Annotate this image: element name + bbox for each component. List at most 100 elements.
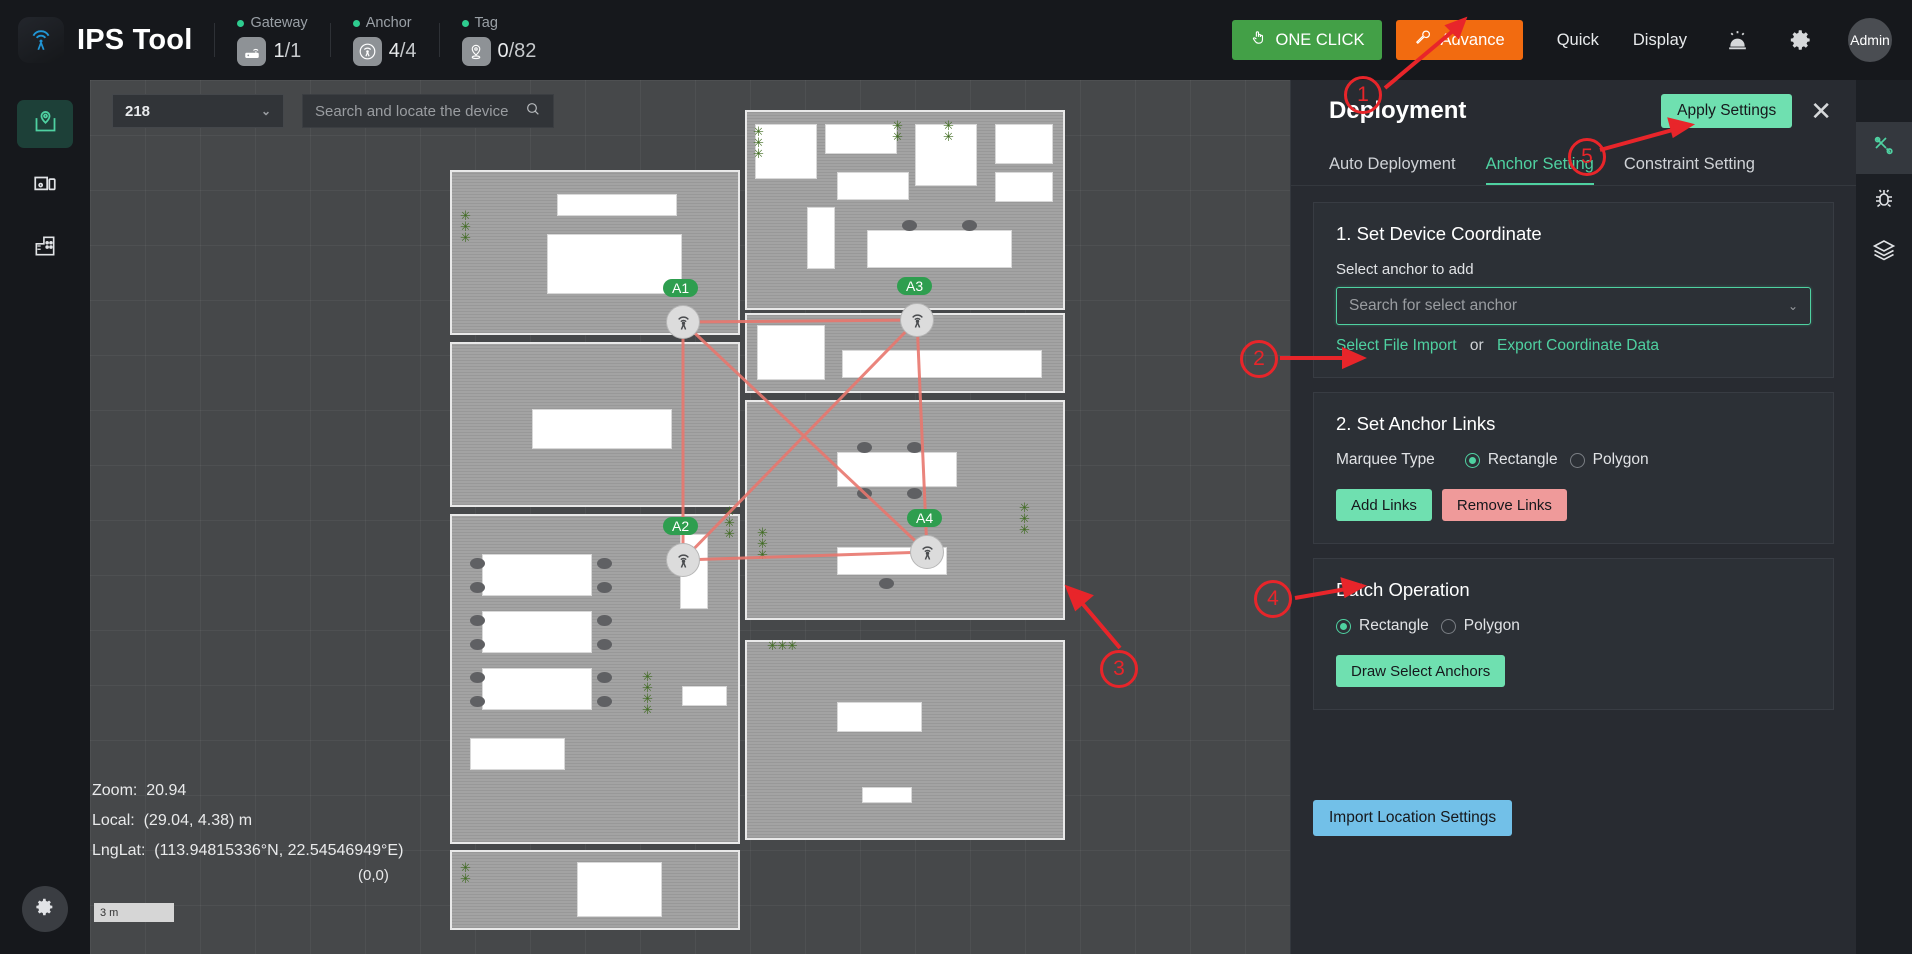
annotation-marker-5: 5	[1568, 138, 1606, 176]
batch-type-group: Rectangle Polygon	[1336, 617, 1811, 635]
alarm-bell-icon[interactable]	[1725, 28, 1750, 53]
radio-dot	[1569, 452, 1585, 468]
draw-select-anchors-button[interactable]: Draw Select Anchors	[1336, 655, 1506, 687]
local-value: (29.04, 4.38) m	[143, 812, 253, 829]
zoom-label: Zoom:	[92, 782, 138, 799]
local-label: Local:	[92, 812, 135, 829]
room: ✳✳✳	[745, 639, 1065, 840]
room: ✳ ✳	[450, 850, 740, 930]
anchor-label: A1	[663, 279, 699, 297]
panel-body: 1. Set Device Coordinate Select anchor t…	[1291, 186, 1856, 954]
rail-item-tools[interactable]	[1856, 122, 1912, 174]
chevron-down-icon: ⌄	[1787, 299, 1798, 313]
card-batch-operation: Batch Operation Rectangle Polygon Draw S…	[1313, 558, 1834, 710]
sidebar-item-map[interactable]	[17, 100, 73, 148]
one-click-label: ONE CLICK	[1275, 30, 1365, 49]
stat-value: 1	[273, 40, 285, 62]
radio-label: Polygon	[1592, 451, 1649, 468]
building-icon	[32, 233, 58, 264]
card-title: Batch Operation	[1336, 579, 1470, 600]
display-link[interactable]: Display	[1633, 31, 1687, 50]
wrench-icon	[1414, 29, 1431, 51]
select-anchor-label: Select anchor to add	[1336, 261, 1474, 278]
advance-label: Advance	[1440, 30, 1505, 49]
map-canvas[interactable]: ✳ ✳ ✳ ✳ ✳ ✳ ✳ ✳ ✳ ✳ ✳ ✳ ✳ ✳ ✳ ✳ ✳ ✳ ✳ ✳ …	[90, 80, 1320, 954]
floor-select-value: 218	[125, 102, 151, 120]
bug-icon	[1872, 186, 1896, 215]
avatar[interactable]: Admin	[1848, 18, 1892, 62]
anchor-antenna-icon	[910, 535, 944, 569]
anchor-label: A3	[897, 277, 933, 295]
card-set-device-coordinate: 1. Set Device Coordinate Select anchor t…	[1313, 202, 1834, 378]
click-hand-icon	[1250, 29, 1267, 51]
quick-link[interactable]: Quick	[1557, 31, 1599, 50]
deployment-panel: Deployment Apply Settings ✕ Auto Deploym…	[1290, 80, 1856, 954]
card-set-anchor-links: 2. Set Anchor Links Marquee Type Rectang…	[1313, 392, 1834, 544]
gear-icon	[34, 896, 56, 923]
anchor-links-buttons: Add Links Remove Links	[1336, 489, 1811, 521]
radio-label: Rectangle	[1487, 451, 1558, 468]
annotation-marker-2: 2	[1240, 340, 1278, 378]
stat-value: 4	[388, 40, 400, 62]
tools-icon	[1872, 134, 1896, 163]
stat-total: /4	[399, 40, 417, 62]
anchor-marker[interactable]: A2	[663, 517, 700, 577]
app-logo	[18, 17, 64, 63]
radio-batch-rectangle[interactable]: Rectangle	[1336, 617, 1429, 635]
rail-item-layers[interactable]	[1856, 226, 1912, 278]
close-icon[interactable]: ✕	[1810, 98, 1832, 124]
status-dot	[237, 19, 245, 27]
tab-auto-deployment[interactable]: Auto Deployment	[1329, 155, 1456, 185]
radio-dot	[1440, 618, 1456, 634]
anchor-antenna-icon	[352, 37, 382, 66]
remove-links-button[interactable]: Remove Links	[1441, 489, 1567, 521]
app-header: IPS Tool Gateway 1/1 Anchor 4/4 Tag 0/82…	[0, 0, 1912, 80]
card-title: 1. Set Device Coordinate	[1336, 223, 1542, 244]
anchor-select[interactable]: Search for select anchor ⌄	[1336, 287, 1811, 325]
search-input[interactable]	[315, 102, 515, 120]
device-search[interactable]	[302, 94, 554, 128]
gear-icon[interactable]	[1788, 27, 1814, 53]
tab-constraint-setting[interactable]: Constraint Setting	[1624, 155, 1755, 185]
one-click-button[interactable]: ONE CLICK	[1231, 20, 1383, 60]
radio-marquee-polygon[interactable]: Polygon	[1569, 451, 1649, 469]
rail-item-debug[interactable]	[1856, 174, 1912, 226]
anchor-marker[interactable]: A3	[897, 277, 934, 337]
divider	[214, 23, 216, 57]
header-actions: ONE CLICK Advance Quick Display Admin	[1231, 0, 1912, 80]
zoom-value: 20.94	[146, 782, 187, 799]
status-dot	[352, 19, 360, 27]
search-icon[interactable]	[525, 101, 541, 122]
left-sidebar	[0, 80, 90, 954]
stat-label: Anchor	[365, 15, 412, 31]
map-pin-icon	[32, 108, 59, 140]
settings-button[interactable]	[22, 886, 68, 932]
chevron-down-icon: ⌄	[260, 104, 271, 118]
anchor-marker[interactable]: A1	[663, 279, 700, 339]
radio-marquee-rectangle[interactable]: Rectangle	[1464, 451, 1558, 469]
lnglat-value: (113.94815336°N, 22.54546949°E)	[154, 842, 404, 859]
sidebar-item-devices[interactable]	[17, 162, 73, 210]
advance-button[interactable]: Advance	[1396, 20, 1523, 60]
right-sidebar	[1856, 80, 1912, 954]
apply-settings-button[interactable]: Apply Settings	[1661, 94, 1793, 128]
stat-label: Tag	[474, 15, 498, 31]
anchor-marker[interactable]: A4	[907, 509, 944, 569]
panel-footer: Import Location Settings	[1313, 800, 1513, 836]
sidebar-item-building[interactable]	[17, 224, 73, 272]
floor-select[interactable]: 218 ⌄	[112, 94, 284, 128]
annotation-marker-4: 4	[1254, 580, 1292, 618]
card-title: 2. Set Anchor Links	[1336, 413, 1496, 434]
or-text: or	[1469, 337, 1484, 354]
select-file-import-link[interactable]: Select File Import	[1336, 337, 1457, 354]
radio-dot	[1464, 452, 1480, 468]
import-location-settings-button[interactable]: Import Location Settings	[1313, 800, 1513, 836]
anchor-antenna-icon	[666, 305, 700, 339]
export-coordinate-data-link[interactable]: Export Coordinate Data	[1497, 337, 1659, 354]
layers-icon	[1872, 238, 1896, 267]
origin-label: (0,0)	[358, 867, 389, 884]
radio-batch-polygon[interactable]: Polygon	[1440, 617, 1520, 635]
stat-value: 0	[497, 40, 509, 62]
add-links-button[interactable]: Add Links	[1336, 489, 1432, 521]
stat-total: /1	[284, 40, 302, 62]
